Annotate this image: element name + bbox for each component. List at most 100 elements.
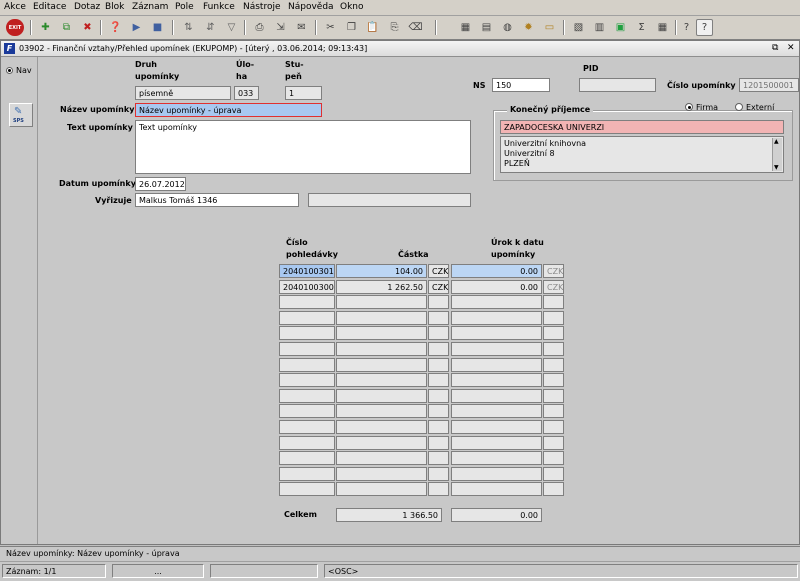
- mena-cell[interactable]: [428, 435, 449, 450]
- cislo-upominky-field[interactable]: 1201500001: [739, 78, 799, 92]
- datum-field[interactable]: 26.07.2012: [135, 177, 186, 191]
- urok-mena-cell[interactable]: [543, 326, 564, 341]
- urok-mena-cell[interactable]: [543, 420, 564, 434]
- execute-query-icon[interactable]: ▶: [128, 19, 145, 36]
- castka-cell[interactable]: [336, 420, 427, 434]
- mena-cell[interactable]: [428, 482, 449, 497]
- menu-pole[interactable]: Pole: [175, 2, 194, 12]
- mena-cell[interactable]: [428, 373, 449, 388]
- mena-cell[interactable]: [428, 342, 449, 356]
- mena-cell[interactable]: [428, 388, 449, 403]
- ns-field[interactable]: 150: [492, 78, 550, 92]
- export-icon[interactable]: ⇲: [272, 19, 289, 36]
- nazev-field[interactable]: Název upomínky - úprava: [135, 103, 322, 117]
- urok-mena-cell[interactable]: [543, 357, 564, 372]
- pid-field[interactable]: [579, 78, 656, 92]
- castka-cell[interactable]: 104.00: [336, 264, 427, 278]
- menu-zaznam[interactable]: Záznam: [132, 2, 168, 12]
- grid-icon[interactable]: ▦: [654, 19, 671, 36]
- cislo-cell[interactable]: [279, 420, 335, 434]
- urok-mena-cell[interactable]: [543, 295, 564, 310]
- duplicate-record-icon[interactable]: ⧉: [58, 19, 75, 36]
- help-icon[interactable]: ?: [678, 19, 695, 36]
- mena-cell[interactable]: [428, 295, 449, 310]
- castka-cell[interactable]: [336, 373, 427, 388]
- recipient-name-field[interactable]: ZAPADOCESKA UNIVERZI: [500, 120, 784, 134]
- urok-mena-cell[interactable]: [543, 388, 564, 403]
- urok-mena-cell[interactable]: [543, 451, 564, 466]
- copy-icon[interactable]: ❐: [343, 19, 360, 36]
- urok-cell[interactable]: [451, 326, 542, 341]
- cislo-cell[interactable]: [279, 342, 335, 356]
- mena-cell[interactable]: [428, 310, 449, 325]
- castka-cell[interactable]: [336, 310, 427, 325]
- menu-editace[interactable]: Editace: [33, 2, 66, 12]
- urok-cell[interactable]: [451, 435, 542, 450]
- cislo-cell[interactable]: [279, 373, 335, 388]
- menu-napoveda[interactable]: Nápověda: [288, 2, 334, 12]
- scroll-down-icon[interactable]: ▼: [774, 164, 779, 171]
- urok-mena-cell[interactable]: CZK: [543, 264, 564, 278]
- exit-icon[interactable]: EXIT: [6, 19, 24, 36]
- urok-cell[interactable]: [451, 404, 542, 419]
- chart-icon[interactable]: ▥: [591, 19, 608, 36]
- menu-akce[interactable]: Akce: [4, 2, 26, 12]
- urok-mena-cell[interactable]: [543, 466, 564, 481]
- vyrizuje-extra-field[interactable]: [308, 193, 471, 207]
- paste-icon[interactable]: 📋: [364, 19, 381, 36]
- restore-icon[interactable]: ⧉: [772, 43, 778, 53]
- radio-externi[interactable]: [735, 103, 743, 111]
- urok-mena-cell[interactable]: [543, 435, 564, 450]
- mena-cell[interactable]: CZK: [428, 264, 449, 278]
- cislo-cell[interactable]: [279, 451, 335, 466]
- menu-dotaz[interactable]: Dotaz: [74, 2, 100, 12]
- celkem-urok-field[interactable]: 0.00: [451, 508, 542, 522]
- cislo-cell[interactable]: [279, 310, 335, 325]
- castka-cell[interactable]: [336, 482, 427, 497]
- castka-cell[interactable]: [336, 326, 427, 341]
- folder-icon[interactable]: ▭: [541, 19, 558, 36]
- mena-cell[interactable]: [428, 404, 449, 419]
- urok-cell[interactable]: [451, 420, 542, 434]
- urok-cell[interactable]: [451, 451, 542, 466]
- cislo-cell[interactable]: [279, 388, 335, 403]
- sort-icon[interactable]: ⇅: [180, 19, 197, 36]
- castka-cell[interactable]: [336, 342, 427, 356]
- delete-record-icon[interactable]: ✖: [79, 19, 96, 36]
- castka-cell[interactable]: [336, 357, 427, 372]
- scroll-up-icon[interactable]: ▲: [774, 138, 779, 145]
- urok-cell[interactable]: [451, 342, 542, 356]
- urok-cell[interactable]: [451, 357, 542, 372]
- cislo-cell[interactable]: 2040100301: [279, 264, 335, 278]
- report-icon[interactable]: ▧: [570, 19, 587, 36]
- enter-query-icon[interactable]: ❓: [107, 19, 124, 36]
- radio-firma[interactable]: [685, 103, 693, 111]
- urok-mena-cell[interactable]: [543, 342, 564, 356]
- sum-icon[interactable]: Σ: [633, 19, 650, 36]
- urok-mena-cell[interactable]: CZK: [543, 279, 564, 294]
- urok-mena-cell[interactable]: [543, 310, 564, 325]
- close-icon[interactable]: ✕: [787, 43, 795, 53]
- urok-mena-cell[interactable]: [543, 404, 564, 419]
- globe-icon[interactable]: ◍: [499, 19, 516, 36]
- excel-icon[interactable]: ▣: [612, 19, 629, 36]
- celkem-castka-field[interactable]: 1 366.50: [336, 508, 442, 522]
- cislo-cell[interactable]: [279, 295, 335, 310]
- menu-nastroje[interactable]: Nástroje: [243, 2, 281, 12]
- cislo-cell[interactable]: 2040100300: [279, 279, 335, 294]
- mail-icon[interactable]: ✉: [293, 19, 310, 36]
- mena-cell[interactable]: [428, 466, 449, 481]
- context-help-icon[interactable]: ?: [696, 19, 713, 36]
- urok-cell[interactable]: [451, 466, 542, 481]
- castka-cell[interactable]: [336, 295, 427, 310]
- menu-blok[interactable]: Blok: [105, 2, 124, 12]
- cislo-cell[interactable]: [279, 326, 335, 341]
- castka-cell[interactable]: [336, 435, 427, 450]
- calculator-icon[interactable]: ▦: [457, 19, 474, 36]
- text-field[interactable]: Text upomínky: [135, 120, 471, 174]
- clear-icon[interactable]: ⌫: [407, 19, 424, 36]
- castka-cell[interactable]: 1 262.50: [336, 279, 427, 294]
- mena-cell[interactable]: [428, 420, 449, 434]
- new-record-icon[interactable]: ✚: [37, 19, 54, 36]
- sort-desc-icon[interactable]: ⇵: [202, 19, 219, 36]
